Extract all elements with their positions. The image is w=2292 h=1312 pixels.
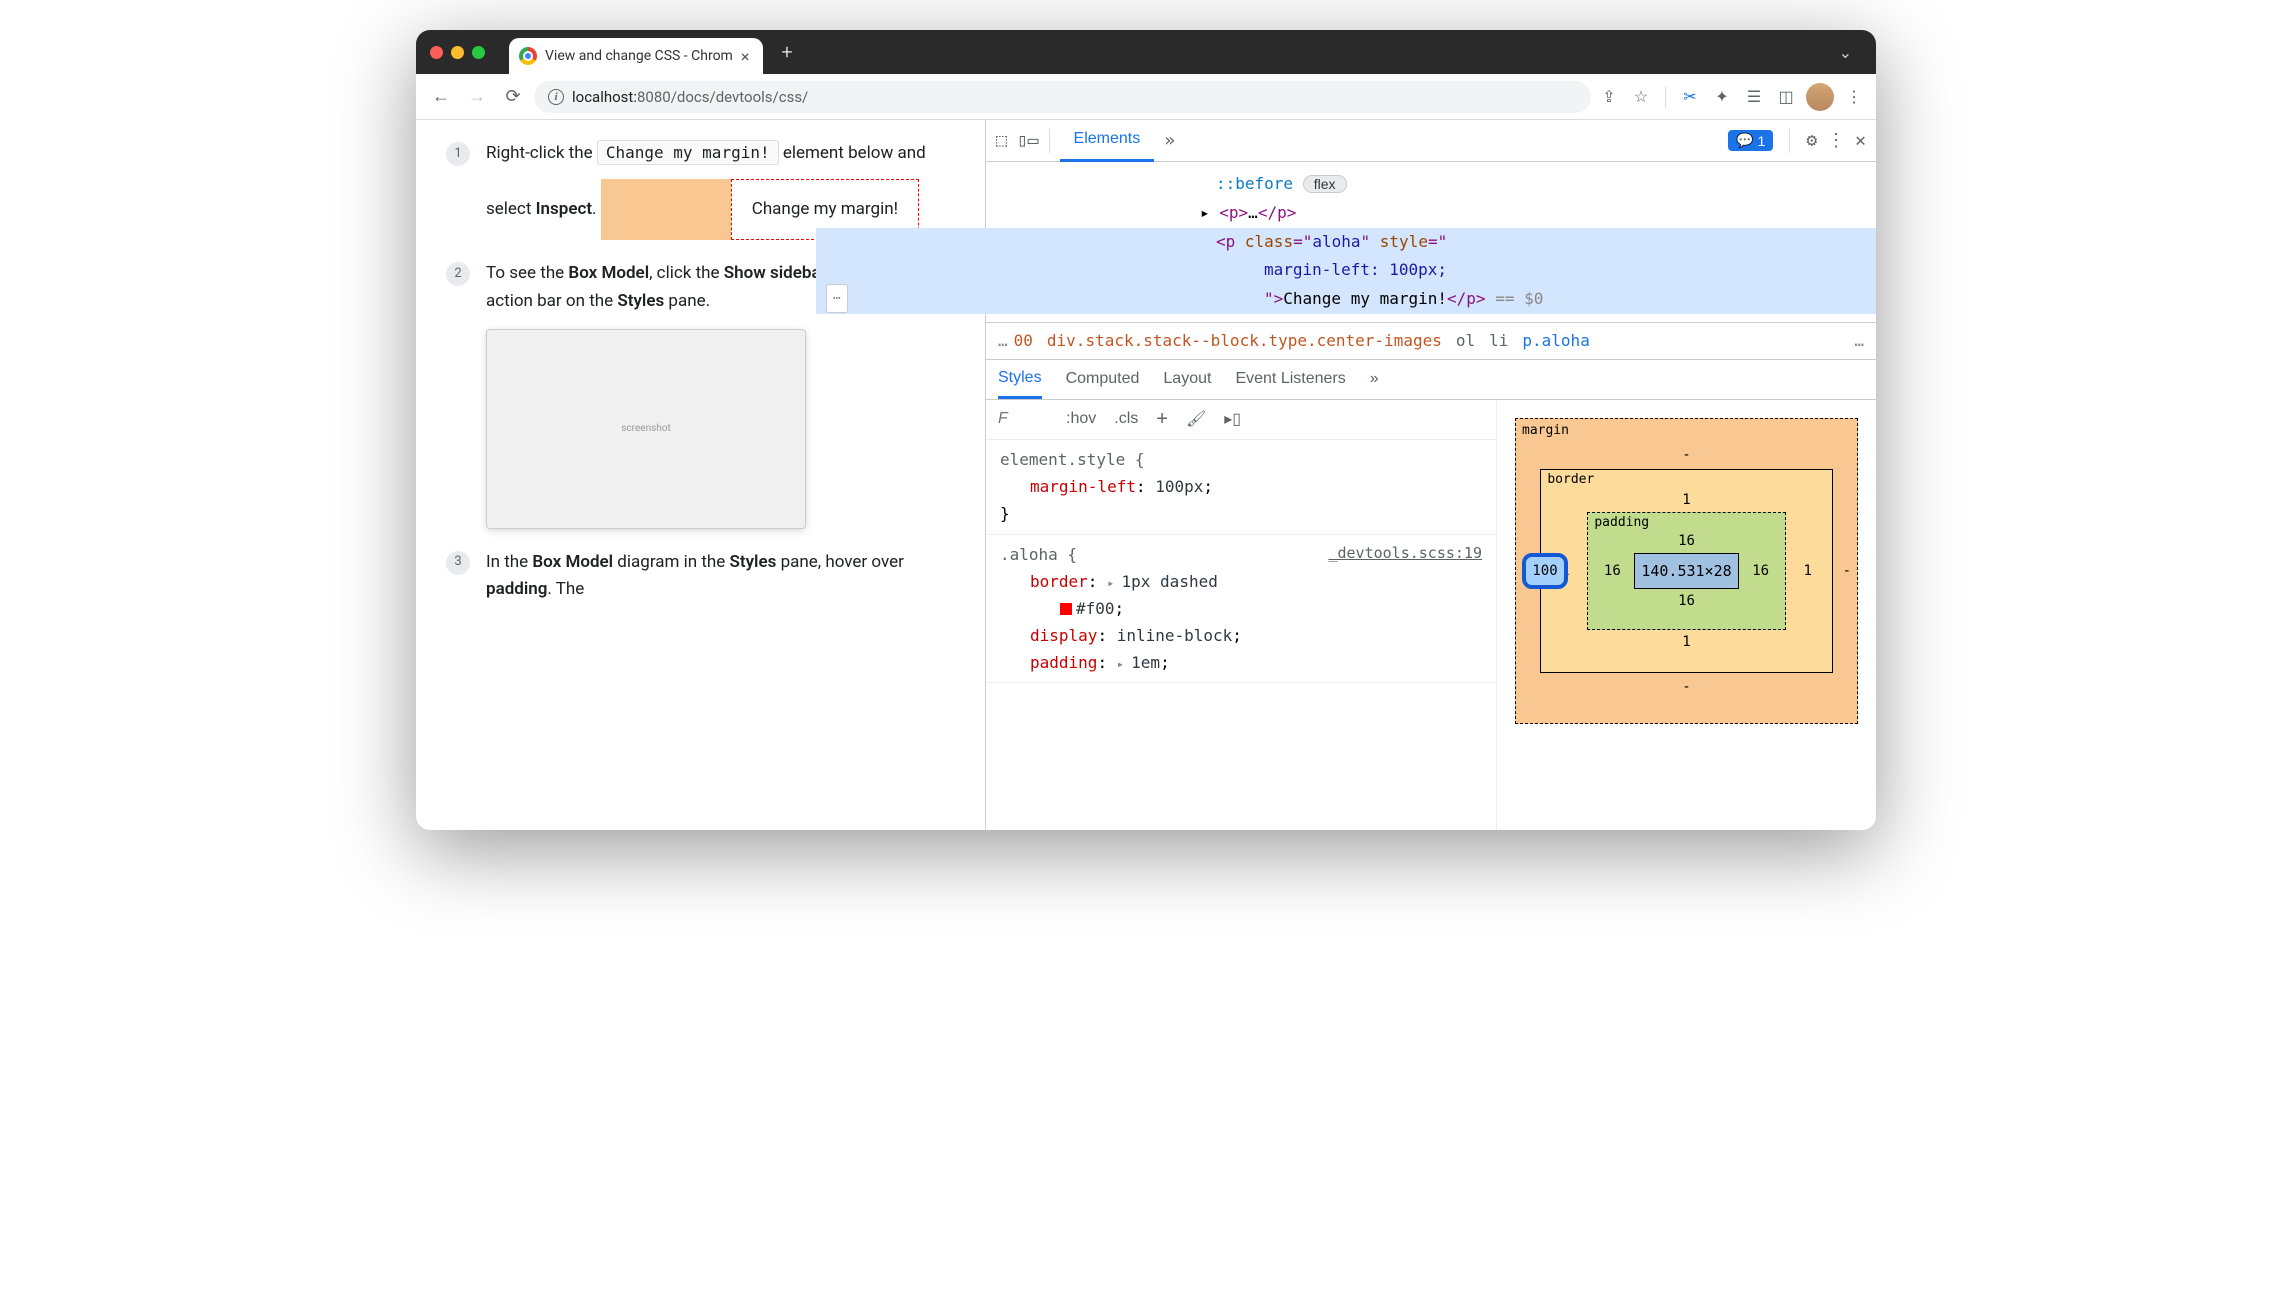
padding-right-val[interactable]: 16 [1749, 563, 1773, 579]
tab-title: View and change CSS - Chrom [545, 48, 733, 64]
color-swatch-icon[interactable] [1060, 603, 1072, 615]
minimize-button[interactable] [451, 46, 464, 59]
browser-window: View and change CSS - Chrom × + ⌄ ← → ⟳ … [416, 30, 1876, 830]
chrome-favicon-icon [519, 47, 537, 65]
step-number: 2 [446, 262, 470, 286]
toolbar: ← → ⟳ i localhost:8080/docs/devtools/css… [416, 74, 1876, 120]
browser-tab[interactable]: View and change CSS - Chrom × [509, 38, 763, 74]
kebab-icon[interactable]: ⋮ [1827, 130, 1845, 151]
border-bottom-val[interactable]: 1 [1553, 634, 1819, 650]
new-tab-button[interactable]: + [781, 40, 792, 64]
margin-left-highlight[interactable]: 100 [1522, 553, 1568, 589]
filter-input[interactable] [998, 410, 1048, 428]
hov-toggle[interactable]: :hov [1066, 410, 1096, 428]
style-rule-aloha[interactable]: _devtools.scss:19 .aloha { border: ▸ 1px… [986, 535, 1496, 684]
reading-list-icon[interactable]: ☰ [1742, 85, 1766, 109]
menu-icon[interactable]: ⋮ [1842, 85, 1866, 109]
flex-pill[interactable]: flex [1303, 175, 1347, 193]
sidebar-toggle-icon[interactable]: ▸▯ [1224, 409, 1241, 429]
devtools-toolbar: ⬚ ▯▭ Elements » 💬 1 ⚙ ⋮ ✕ [986, 120, 1876, 162]
box-border[interactable]: border 1 1 padding 16 16 [1540, 469, 1832, 673]
forward-button[interactable]: → [462, 82, 492, 112]
crumb-ol[interactable]: ol [1456, 331, 1475, 350]
padding-left-val[interactable]: 16 [1600, 563, 1624, 579]
filter-bar: :hov .cls + 🖌 ▸▯ [986, 400, 1496, 440]
step-bold: Inspect [536, 199, 592, 219]
crumb-selected[interactable]: p.aloha [1522, 331, 1589, 350]
url-path: /docs/devtools/css/ [671, 88, 809, 106]
issues-badge[interactable]: 💬 1 [1728, 130, 1773, 151]
crumb-partial[interactable]: 00 [1014, 331, 1033, 350]
styles-tab-computed[interactable]: Computed [1066, 359, 1140, 399]
style-rule-element[interactable]: element.style { margin-left: 100px; } [986, 440, 1496, 535]
tab-close-icon[interactable]: × [741, 47, 750, 66]
box-model-panel: margin 100 - - border 1 1 pa [1496, 400, 1876, 830]
dom-pseudo[interactable]: ::before [1216, 174, 1293, 193]
crumb-ellipsis[interactable]: … [998, 331, 1008, 350]
url-port: 8080 [637, 88, 671, 106]
step-number: 1 [446, 142, 470, 166]
devtools-panel: ⬚ ▯▭ Elements » 💬 1 ⚙ ⋮ ✕ ::before flex … [986, 120, 1876, 830]
screenshot-thumbnail: screenshot [486, 329, 806, 529]
device-toggle-icon[interactable]: ▯▭ [1017, 130, 1039, 151]
more-styles-tabs-icon[interactable]: » [1370, 359, 1379, 399]
address-bar[interactable]: i localhost:8080/docs/devtools/css/ [534, 81, 1591, 113]
dom-ellipsis-icon[interactable]: ⋯ [826, 284, 848, 313]
step-number: 3 [446, 551, 470, 575]
new-rule-button[interactable]: + [1156, 408, 1168, 431]
border-top-val[interactable]: 1 [1553, 492, 1819, 508]
breadcrumb-bar[interactable]: … 00 div.stack.stack--block.type.center-… [986, 322, 1876, 360]
cls-toggle[interactable]: .cls [1114, 410, 1138, 428]
tab-elements[interactable]: Elements [1060, 120, 1155, 162]
step-3: 3 In the Box Model diagram in the Styles… [446, 549, 955, 603]
main-split: 1 Right-click the Change my margin! elem… [416, 120, 1876, 830]
maximize-button[interactable] [472, 46, 485, 59]
styles-rules: :hov .cls + 🖌 ▸▯ element.style { margin-… [986, 400, 1496, 830]
padding-top-val[interactable]: 16 [1600, 533, 1772, 549]
toolbar-actions: ⇪ ☆ ✂ ✦ ☰ ◫ ⋮ [1597, 83, 1866, 111]
page-content: 1 Right-click the Change my margin! elem… [416, 120, 986, 830]
side-panel-icon[interactable]: ◫ [1774, 85, 1798, 109]
close-button[interactable] [430, 46, 443, 59]
scissors-icon[interactable]: ✂ [1678, 85, 1702, 109]
padding-bottom-val[interactable]: 16 [1600, 593, 1772, 609]
box-content-dims[interactable]: 140.531×28 [1634, 553, 1738, 589]
bookmark-icon[interactable]: ☆ [1629, 85, 1653, 109]
margin-right-val[interactable]: - [1843, 563, 1851, 579]
styles-tabs: Styles Computed Layout Event Listeners » [986, 360, 1876, 400]
tabs-dropdown-icon[interactable]: ⌄ [1839, 43, 1852, 62]
more-tabs-icon[interactable]: » [1164, 130, 1175, 151]
url-host: localhost: [572, 88, 637, 106]
crumb-div[interactable]: div.stack.stack--block.type.center-image… [1047, 331, 1442, 350]
margin-top-val[interactable]: - [1532, 447, 1841, 463]
styles-tab-layout[interactable]: Layout [1163, 359, 1211, 399]
source-link[interactable]: _devtools.scss:19 [1328, 541, 1482, 567]
styles-tab-listeners[interactable]: Event Listeners [1235, 359, 1345, 399]
box-padding[interactable]: padding 16 16 140.531×28 16 16 [1587, 512, 1785, 630]
paint-icon[interactable]: 🖌 [1186, 409, 1206, 429]
extensions-icon[interactable]: ✦ [1710, 85, 1734, 109]
border-right-val[interactable]: 1 [1796, 563, 1820, 579]
profile-avatar[interactable] [1806, 83, 1834, 111]
step-1: 1 Right-click the Change my margin! elem… [446, 140, 955, 240]
styles-tab-styles[interactable]: Styles [998, 359, 1042, 399]
dom-selected-node[interactable]: ⋯ <p class="aloha" style=" margin-left: … [816, 228, 1876, 314]
dom-tree[interactable]: ::before flex ▸ <p>…</p> ⋯ <p class="alo… [986, 162, 1876, 322]
window-controls [430, 46, 485, 59]
margin-bottom-val[interactable]: - [1532, 679, 1841, 695]
crumb-ellipsis-right[interactable]: … [1854, 331, 1864, 350]
titlebar: View and change CSS - Chrom × + ⌄ [416, 30, 1876, 74]
inspect-icon[interactable]: ⬚ [996, 130, 1007, 151]
inline-code: Change my margin! [597, 140, 779, 165]
close-devtools-icon[interactable]: ✕ [1855, 130, 1866, 151]
site-info-icon[interactable]: i [548, 89, 564, 105]
crumb-li[interactable]: li [1489, 331, 1508, 350]
styles-body: :hov .cls + 🖌 ▸▯ element.style { margin-… [986, 400, 1876, 830]
step-text: Right-click the [486, 143, 597, 163]
reload-button[interactable]: ⟳ [498, 82, 528, 112]
settings-icon[interactable]: ⚙ [1806, 130, 1817, 151]
share-icon[interactable]: ⇪ [1597, 85, 1621, 109]
box-margin[interactable]: margin 100 - - border 1 1 pa [1515, 418, 1858, 724]
back-button[interactable]: ← [426, 82, 456, 112]
